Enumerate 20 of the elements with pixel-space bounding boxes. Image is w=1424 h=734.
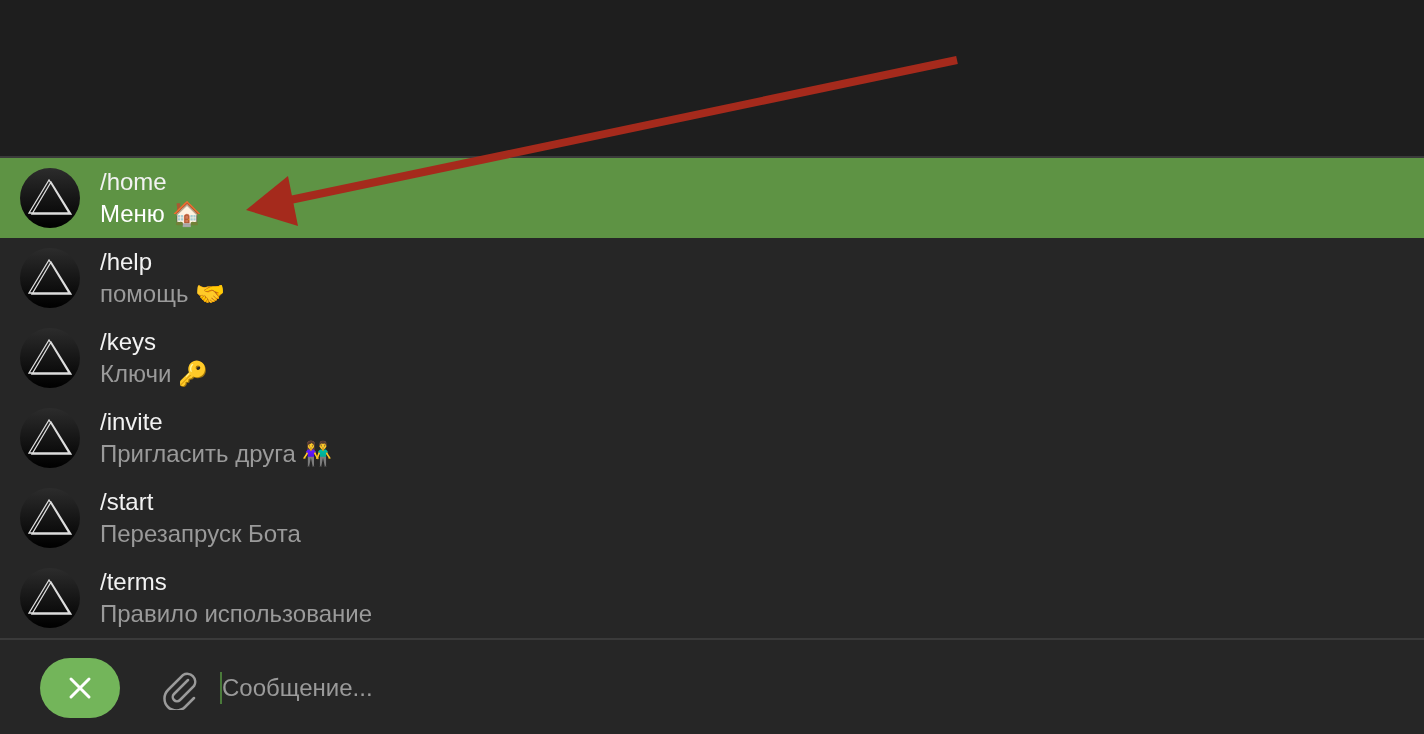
message-field[interactable]: Сообщение... — [220, 671, 720, 704]
command-description: Ключи 🔑 — [100, 360, 209, 388]
command-description: помощь 🤝 — [100, 280, 226, 308]
command-name: /start — [100, 488, 155, 516]
command-name: /invite — [100, 408, 164, 436]
bot-avatar-icon — [20, 568, 80, 628]
command-name: /help — [100, 248, 154, 276]
bot-avatar-icon — [20, 408, 80, 468]
command-description: Пригласить друга 👫 — [100, 440, 333, 468]
bot-avatar-icon — [20, 328, 80, 388]
command-name: /terms — [100, 568, 168, 596]
command-name: /home — [100, 168, 168, 196]
command-name: /keys — [100, 328, 157, 356]
bot-avatar-icon — [20, 488, 80, 548]
command-description: Правило использование — [100, 600, 373, 628]
command-description: Меню 🏠 — [100, 200, 202, 228]
command-description: Перезапруск Бота — [100, 520, 301, 548]
bot-avatar-icon — [20, 168, 80, 228]
bot-avatar-icon — [20, 248, 80, 308]
command-item[interactable]: /home Меню 🏠 — [0, 158, 1424, 238]
